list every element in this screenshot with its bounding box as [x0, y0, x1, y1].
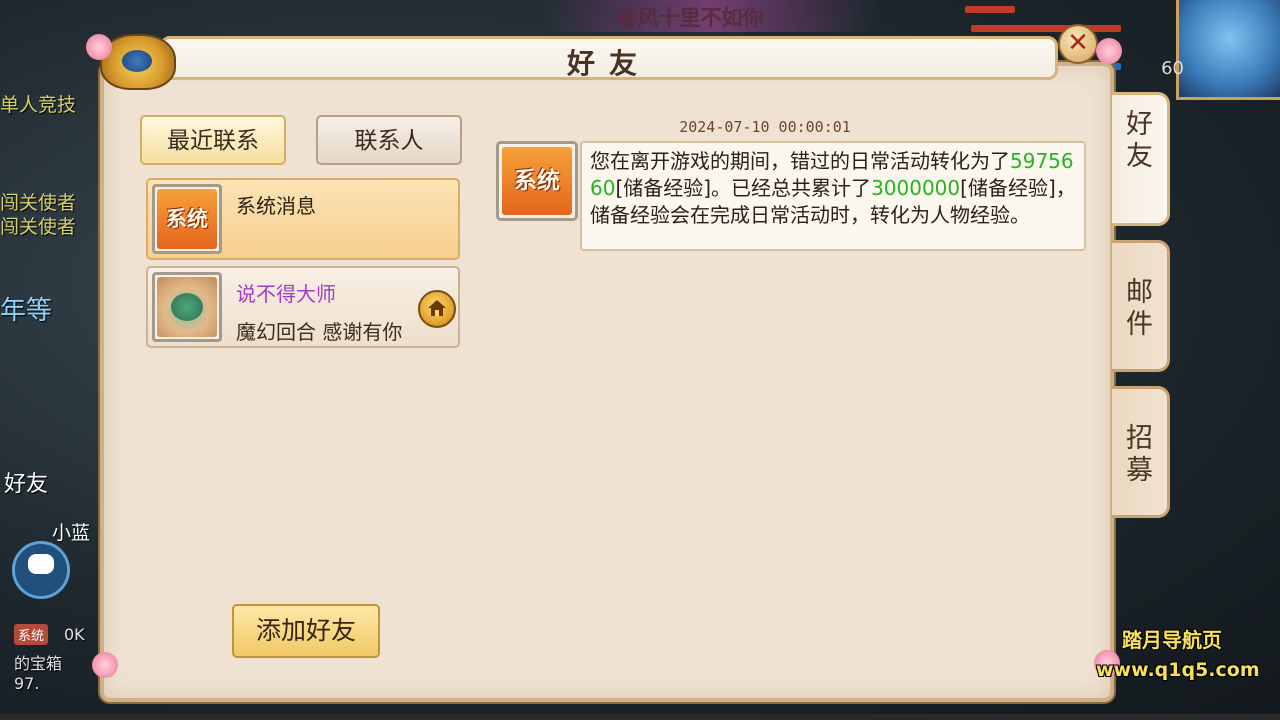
chat-line-3: 97. [14, 674, 40, 693]
bg-label-4: 年等 [0, 296, 53, 326]
flower-decoration-icon [86, 34, 112, 60]
message-bubble: 您在离开游戏的期间，错过的日常活动转化为了5975660[储备经验]。已经总共累… [580, 141, 1086, 251]
chat-line-1: 0K [64, 625, 85, 644]
bg-label-3: 闯关使者 [0, 216, 77, 238]
tab-recent-contacts[interactable]: 最近联系 [140, 115, 286, 165]
contact-item-system[interactable]: 系统 系统消息 [146, 178, 460, 260]
message-text: 您在离开游戏的期间，错过的日常活动转化为了 [590, 149, 1010, 173]
add-friend-button[interactable]: 添加好友 [232, 604, 380, 658]
bg-label-1: 单人竞技 [0, 94, 77, 116]
side-tab-label: 招募 [1126, 423, 1153, 486]
experience-bar [0, 714, 1280, 720]
friend-avatar-icon [157, 277, 217, 337]
system-avatar-icon: 系统 [502, 147, 572, 215]
side-tab-friends[interactable]: 好友 [1112, 92, 1170, 226]
bg-friend-tag: 好友 [4, 472, 49, 497]
flower-decoration-icon [1096, 38, 1122, 64]
watermark-title: 踏月导航页 [1122, 628, 1222, 652]
chat-line-2: 的宝箱 [14, 654, 63, 673]
contact-item-friend[interactable]: 说不得大师 魔幻回合 感谢有你 [146, 266, 460, 348]
side-tab-label: 好友 [1126, 109, 1153, 172]
side-tab-label: 邮件 [1126, 277, 1153, 340]
player-level: 60 [1161, 58, 1184, 79]
contact-name: 系统消息 [236, 194, 316, 218]
close-icon: ✕ [1067, 28, 1089, 58]
avatar [152, 272, 222, 342]
watermark-url: www.q1q5.com [1096, 659, 1260, 681]
contact-signature: 魔幻回合 感谢有你 [236, 320, 403, 344]
top-banner-text: 春风十里不如你 [616, 6, 764, 30]
chat-icon [28, 554, 54, 574]
message-value: 3000000 [871, 176, 961, 200]
close-button[interactable]: ✕ [1058, 24, 1098, 64]
tab-contacts[interactable]: 联系人 [316, 115, 462, 165]
avatar: 系统 [152, 184, 222, 254]
message-text: [储备经验]。已经总共累计了 [615, 176, 872, 200]
side-tab-mail[interactable]: 邮件 [1112, 240, 1170, 372]
bg-label-2: 闯关使者 [0, 192, 77, 214]
chat-button[interactable] [12, 541, 70, 599]
contact-name: 说不得大师 [236, 282, 336, 306]
home-icon[interactable] [418, 290, 456, 328]
player-portrait[interactable] [1176, 0, 1280, 100]
chat-system-badge: 系统 [14, 624, 49, 645]
avatar: 系统 [496, 141, 578, 221]
system-avatar-icon: 系统 [157, 189, 217, 249]
dialog-title-bar: 好友 [160, 36, 1058, 80]
flower-decoration-icon [92, 652, 118, 678]
dialog-title: 好友 [566, 47, 651, 80]
bg-pet-name: 小蓝 [52, 522, 91, 544]
message-timestamp: 2024-07-10 00:00:01 [679, 118, 851, 136]
side-tab-recruit[interactable]: 招募 [1112, 386, 1170, 518]
